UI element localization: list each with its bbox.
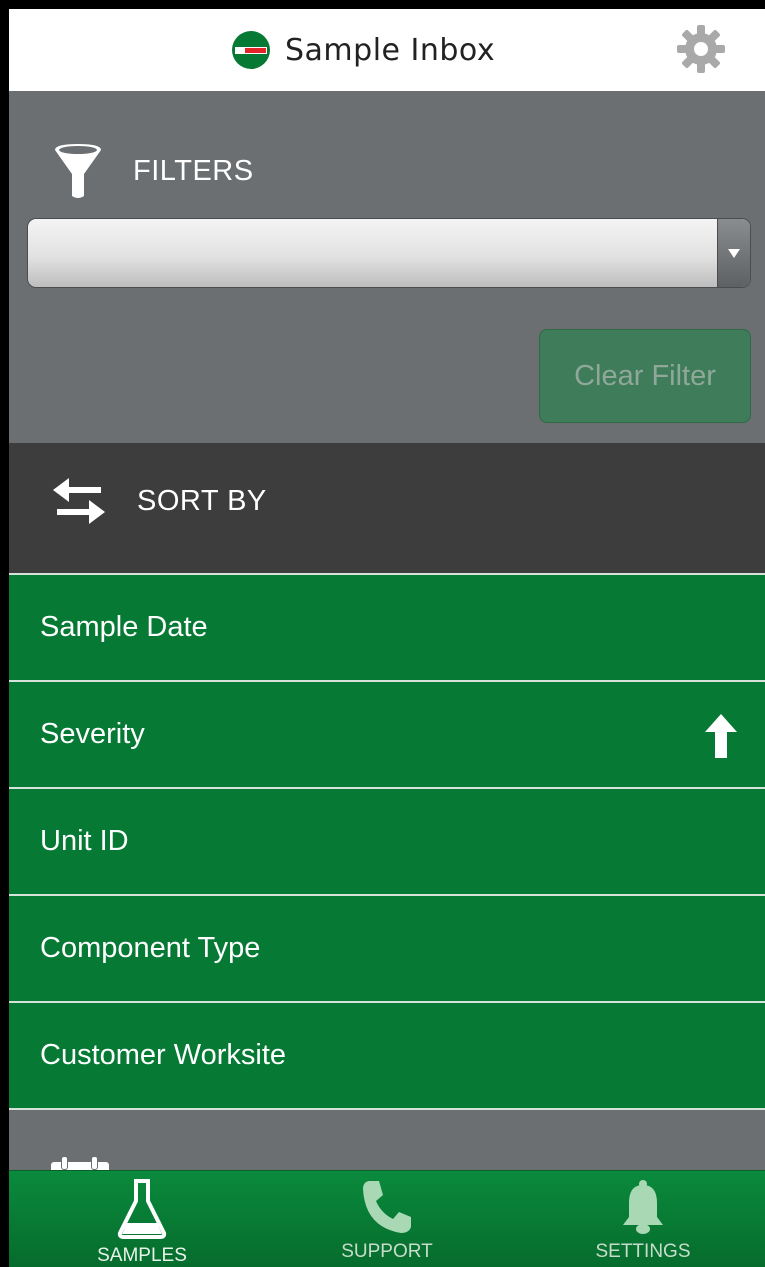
tab-label: SETTINGS (595, 1241, 691, 1262)
tab-samples[interactable]: SAMPLES (52, 1171, 232, 1267)
sort-option-customer-worksite[interactable]: Customer Worksite (9, 1001, 765, 1108)
sort-option-unit-id[interactable]: Unit ID (9, 787, 765, 894)
tab-label: SAMPLES (97, 1245, 187, 1266)
sort-by-label: SORT BY (137, 484, 267, 517)
sort-options-list: Sample Date Severity Unit ID Component T… (9, 573, 765, 1108)
sort-by-title: SORT BY (53, 473, 267, 529)
sort-option-sample-date[interactable]: Sample Date (9, 573, 765, 680)
date-range-header (51, 1156, 139, 1170)
tab-settings[interactable]: SETTINGS (553, 1171, 733, 1267)
app-screen: Sample Inbox FILTERS Clear Filter SORT B… (9, 9, 765, 1267)
sort-option-label: Severity (40, 718, 145, 750)
sort-option-label: Component Type (40, 932, 261, 964)
tab-support[interactable]: SUPPORT (297, 1171, 477, 1267)
page-title: Sample Inbox (285, 32, 496, 68)
swap-arrows-icon (53, 478, 105, 524)
brand-logo-icon (232, 31, 270, 69)
sort-option-label: Sample Date (40, 611, 208, 643)
filters-label: FILTERS (133, 154, 254, 187)
arrow-up-icon (705, 714, 737, 758)
funnel-icon (55, 144, 101, 198)
date-range-section (9, 1108, 765, 1170)
phone-icon (363, 1181, 411, 1233)
tab-label: SUPPORT (341, 1241, 433, 1262)
gear-icon[interactable] (675, 23, 727, 75)
calendar-icon (51, 1156, 109, 1170)
sort-option-severity[interactable]: Severity (9, 680, 765, 787)
sort-by-header: SORT BY (9, 443, 765, 573)
filter-select[interactable] (27, 218, 751, 288)
flask-icon (117, 1179, 167, 1239)
sort-option-component-type[interactable]: Component Type (9, 894, 765, 1001)
sort-option-label: Customer Worksite (40, 1039, 287, 1071)
dropdown-arrow-icon (717, 219, 750, 287)
clear-filter-button[interactable]: Clear Filter (539, 329, 751, 423)
phone-frame: Sample Inbox FILTERS Clear Filter SORT B… (0, 0, 765, 1267)
filters-header: FILTERS (53, 141, 254, 201)
filters-panel: FILTERS Clear Filter (9, 91, 765, 443)
bottom-tab-bar: SAMPLES SUPPORT SETTINGS (9, 1170, 765, 1267)
bell-icon (623, 1180, 663, 1234)
app-header: Sample Inbox (9, 9, 765, 91)
sort-option-label: Unit ID (40, 825, 129, 857)
brand: Sample Inbox (231, 27, 495, 73)
